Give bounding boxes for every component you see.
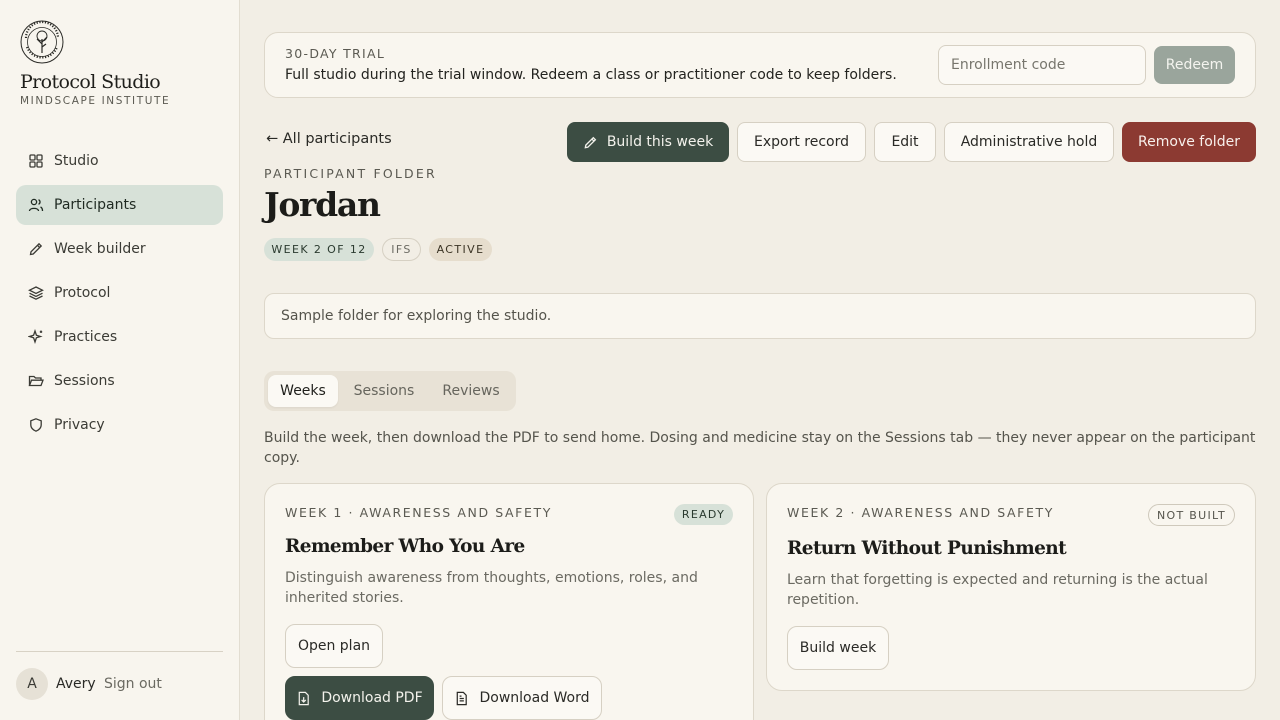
avatar[interactable]: A xyxy=(16,668,48,700)
week-description: Learn that forgetting is expected and re… xyxy=(787,572,1208,608)
redeem-button[interactable]: Redeem xyxy=(1154,46,1235,84)
tab-sessions[interactable]: Sessions xyxy=(342,375,426,407)
sidebar-item-label: Practices xyxy=(54,329,118,345)
trial-kicker: 30-DAY TRIAL xyxy=(285,46,386,61)
sidebar-item-studio[interactable]: Studio xyxy=(16,141,223,181)
week-status-badge: READY xyxy=(674,504,733,525)
brand-subtitle: MINDSCAPE INSTITUTE xyxy=(20,95,171,107)
sign-out-link[interactable]: Sign out xyxy=(104,676,162,692)
edit-button[interactable]: Edit xyxy=(874,122,936,162)
week-progress-badge: WEEK 2 OF 12 xyxy=(264,238,374,261)
build-this-week-label: Build this week xyxy=(606,134,714,150)
trial-banner: 30-DAY TRIAL Full studio during the tria… xyxy=(264,32,1256,98)
sidebar-item-label: Week builder xyxy=(54,241,146,257)
sparkle-icon xyxy=(28,329,43,345)
back-to-participants-link[interactable]: ← All participants xyxy=(266,131,392,147)
build-week-button[interactable]: Build week xyxy=(787,626,889,670)
enrollment-code-input[interactable] xyxy=(938,45,1146,85)
tab-weeks[interactable]: Weeks xyxy=(268,375,338,407)
file-text-icon xyxy=(457,691,468,705)
shield-icon xyxy=(30,418,42,432)
sidebar-item-label: Protocol xyxy=(54,285,111,301)
download-pdf-label: Download PDF xyxy=(321,690,423,706)
week-status-badge: NOT BUILT xyxy=(1148,504,1235,526)
build-this-week-button[interactable]: Build this week xyxy=(567,122,729,162)
mindscape-tree-seal-icon xyxy=(20,20,64,64)
tab-reviews[interactable]: Reviews xyxy=(430,375,512,407)
tab-bar: Weeks Sessions Reviews xyxy=(264,371,516,411)
sidebar-item-label: Studio xyxy=(54,153,99,169)
sidebar-item-week-builder[interactable]: Week builder xyxy=(16,229,223,269)
week-description: Distinguish awareness from thoughts, emo… xyxy=(285,570,698,606)
sidebar-item-label: Participants xyxy=(54,197,137,213)
download-word-label: Download Word xyxy=(479,690,590,706)
users-icon xyxy=(28,198,44,212)
status-badge: ACTIVE xyxy=(429,238,492,261)
trial-text: Full studio during the trial window. Red… xyxy=(285,67,897,83)
modality-badge: IFS xyxy=(382,238,421,261)
download-word-button[interactable]: Download Word xyxy=(442,676,602,720)
participant-name: Jordan xyxy=(264,185,381,224)
sidebar-item-protocol[interactable]: Protocol xyxy=(16,273,223,313)
sidebar-item-label: Sessions xyxy=(54,373,115,389)
week-card: WEEK 2 · AWARENESS AND SAFETY NOT BUILT … xyxy=(766,483,1256,691)
folder-notes: Sample folder for exploring the studio. xyxy=(264,293,1256,339)
export-record-button[interactable]: Export record xyxy=(737,122,866,162)
brand-title: Protocol Studio xyxy=(20,71,161,93)
open-plan-button[interactable]: Open plan xyxy=(285,624,383,668)
week-title: Return Without Punishment xyxy=(787,538,1067,559)
pencil-icon xyxy=(29,242,43,256)
folder-kicker: PARTICIPANT FOLDER xyxy=(264,166,437,181)
file-download-icon xyxy=(299,691,310,705)
week-card: WEEK 1 · AWARENESS AND SAFETY READY Reme… xyxy=(264,483,754,720)
remove-folder-button[interactable]: Remove folder xyxy=(1122,122,1256,162)
sidebar-item-label: Privacy xyxy=(54,417,105,433)
layers-icon xyxy=(28,286,44,300)
weeks-hint: Build the week, then download the PDF to… xyxy=(264,430,1256,466)
sidebar-item-practices[interactable]: Practices xyxy=(16,317,223,357)
sidebar-item-participants[interactable]: Participants xyxy=(16,185,223,225)
folder-open-icon xyxy=(28,375,44,387)
week-title: Remember Who You Are xyxy=(285,536,525,557)
sidebar: Protocol Studio MINDSCAPE INSTITUTE Stud… xyxy=(0,0,240,720)
grid-icon xyxy=(29,154,43,168)
sidebar-item-privacy[interactable]: Privacy xyxy=(16,405,223,445)
sidebar-nav: Studio Participants Week builder Protoco… xyxy=(16,141,223,449)
sidebar-item-sessions[interactable]: Sessions xyxy=(16,361,223,401)
administrative-hold-button[interactable]: Administrative hold xyxy=(944,122,1114,162)
week-kicker: WEEK 1 · AWARENESS AND SAFETY xyxy=(285,505,552,520)
sidebar-divider xyxy=(16,651,223,652)
download-pdf-button[interactable]: Download PDF xyxy=(285,676,434,720)
pencil-icon xyxy=(584,136,597,148)
week-kicker: WEEK 2 · AWARENESS AND SAFETY xyxy=(787,505,1054,520)
user-name: Avery xyxy=(56,676,96,692)
